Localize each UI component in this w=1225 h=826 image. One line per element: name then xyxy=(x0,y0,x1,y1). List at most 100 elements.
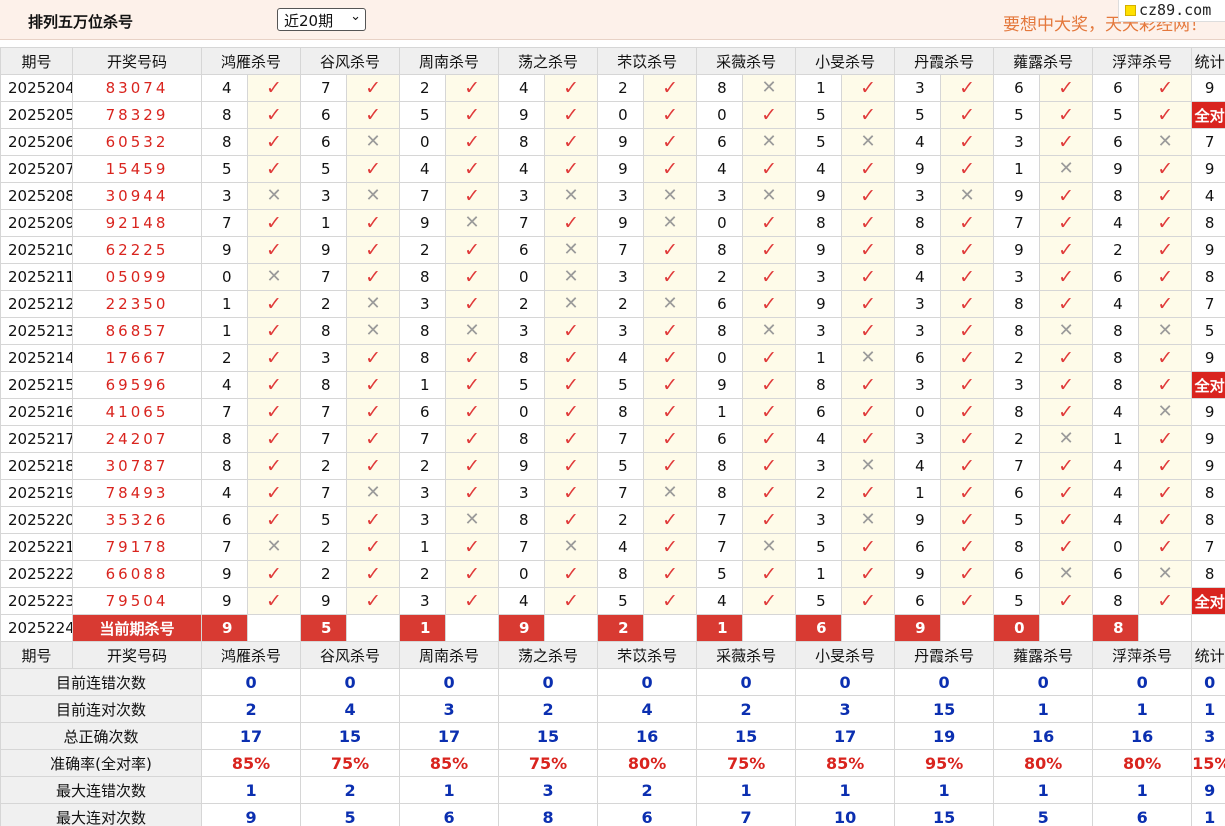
check-icon: ✓ xyxy=(544,587,599,615)
check-icon: ✓ xyxy=(643,452,698,480)
cross-icon: ✕ xyxy=(346,290,401,318)
stats-label: 总正确次数 xyxy=(0,722,202,750)
stats-value: 0 xyxy=(696,668,797,696)
stats-value: 1 xyxy=(993,695,1094,723)
col-header-expert[interactable]: 小旻杀号 xyxy=(795,47,896,75)
stats-value: 80% xyxy=(993,749,1094,777)
check-icon: ✓ xyxy=(841,263,896,291)
check-icon: ✓ xyxy=(643,533,698,561)
stats-row: 总正确次数 17 15 17 15 16 15 17 19 16 16 3 xyxy=(0,722,1225,750)
stats-value: 3 xyxy=(399,695,500,723)
kill-number-cell: 8 xyxy=(993,317,1041,345)
stats-value: 1 xyxy=(1092,695,1193,723)
kill-number-cell: 7 xyxy=(498,533,546,561)
col-header-expert[interactable]: 浮萍杀号 xyxy=(1092,641,1193,669)
draw-number-cell: 30787 xyxy=(72,452,202,480)
col-header-expert[interactable]: 丹霞杀号 xyxy=(894,641,995,669)
col-header-expert[interactable]: 蕹露杀号 xyxy=(993,47,1094,75)
kill-number-cell: 7 xyxy=(201,533,248,561)
kill-number-cell: 4 xyxy=(1092,398,1140,426)
kill-number-cell: 3 xyxy=(696,182,744,210)
current-kill-number: 5 xyxy=(300,614,348,642)
kill-number-cell: 0 xyxy=(498,560,546,588)
draw-number-cell: 83074 xyxy=(72,74,202,102)
check-icon: ✓ xyxy=(841,371,896,399)
col-header-expert[interactable]: 采薇杀号 xyxy=(696,641,797,669)
kill-number-cell: 1 xyxy=(201,317,248,345)
site-logo[interactable]: cz89.com xyxy=(1118,0,1225,22)
kill-number-cell: 5 xyxy=(795,587,843,615)
kill-number-cell: 4 xyxy=(1092,452,1140,480)
period-range-select[interactable]: 近20期 ⌄ xyxy=(277,8,366,31)
stat-cell: 7 xyxy=(1191,533,1225,561)
stats-value: 3 xyxy=(498,776,599,804)
col-header-expert[interactable]: 丹霞杀号 xyxy=(894,47,995,75)
kill-number-cell: 3 xyxy=(894,182,942,210)
col-header-expert[interactable]: 小旻杀号 xyxy=(795,641,896,669)
period-cell: 2025209 xyxy=(0,209,73,237)
col-header-expert[interactable]: 荡之杀号 xyxy=(498,47,599,75)
draw-number-cell: 22350 xyxy=(72,290,202,318)
col-header-expert[interactable]: 周南杀号 xyxy=(399,641,500,669)
check-icon: ✓ xyxy=(246,479,302,507)
kill-number-cell: 2 xyxy=(300,290,348,318)
col-header-expert[interactable]: 蕹露杀号 xyxy=(993,641,1094,669)
check-icon: ✓ xyxy=(346,398,401,426)
col-header-expert[interactable]: 荡之杀号 xyxy=(498,641,599,669)
check-icon: ✓ xyxy=(1138,533,1193,561)
cross-icon: ✕ xyxy=(643,290,698,318)
check-icon: ✓ xyxy=(940,425,995,453)
kill-number-cell: 4 xyxy=(399,155,447,183)
stat-cell: 9 xyxy=(1191,452,1225,480)
col-header-expert[interactable]: 鸿雁杀号 xyxy=(200,47,302,75)
check-icon: ✓ xyxy=(1039,344,1094,372)
check-icon: ✓ xyxy=(544,317,599,345)
col-header-expert[interactable]: 谷风杀号 xyxy=(300,47,401,75)
stat-cell: 9 xyxy=(1191,155,1225,183)
check-icon: ✓ xyxy=(445,587,500,615)
check-icon: ✓ xyxy=(1138,209,1193,237)
kill-number-cell: 4 xyxy=(696,155,744,183)
period-cell: 2025204 xyxy=(0,74,73,102)
check-icon: ✓ xyxy=(445,263,500,291)
kill-number-cell: 3 xyxy=(894,317,942,345)
check-icon: ✓ xyxy=(940,155,995,183)
cross-icon: ✕ xyxy=(841,506,896,534)
check-icon: ✓ xyxy=(841,533,896,561)
kill-number-cell: 6 xyxy=(993,560,1041,588)
stat-cell: 8 xyxy=(1191,209,1225,237)
check-icon: ✓ xyxy=(643,506,698,534)
check-icon: ✓ xyxy=(544,74,599,102)
kill-number-cell: 8 xyxy=(597,560,645,588)
kill-number-cell: 0 xyxy=(696,101,744,129)
kill-number-cell: 5 xyxy=(1092,101,1140,129)
stats-value: 95% xyxy=(894,749,995,777)
kill-number-cell: 8 xyxy=(696,74,744,102)
stats-value: 1 xyxy=(1191,803,1225,826)
stats-value: 6 xyxy=(1092,803,1193,826)
kill-number-cell: 0 xyxy=(399,128,447,156)
col-header-expert[interactable]: 鸿雁杀号 xyxy=(200,641,302,669)
current-kill-number: 0 xyxy=(993,614,1041,642)
stats-value: 17 xyxy=(200,722,302,750)
kill-number-cell: 4 xyxy=(597,344,645,372)
kill-number-cell: 2 xyxy=(993,425,1041,453)
stats-row: 目前连错次数 0 0 0 0 0 0 0 0 0 0 0 xyxy=(0,668,1225,696)
current-blank-cell xyxy=(346,614,401,642)
current-blank-cell xyxy=(643,614,698,642)
col-header-expert[interactable]: 谷风杀号 xyxy=(300,641,401,669)
col-header-expert[interactable]: 采薇杀号 xyxy=(696,47,797,75)
stats-value: 16 xyxy=(993,722,1094,750)
period-cell: 2025222 xyxy=(0,560,73,588)
col-header-expert[interactable]: 浮萍杀号 xyxy=(1092,47,1193,75)
kill-number-cell: 0 xyxy=(597,101,645,129)
kill-number-cell: 9 xyxy=(795,236,843,264)
table-row: 2025215 69596 4 ✓ 8 ✓ 1 ✓ 5 ✓ 5 ✓ 9 ✓ 8 ✓ 3 ✓ 3 ✓ 8 ✓ 全对 xyxy=(0,371,1225,399)
col-header-expert[interactable]: 芣苡杀号 xyxy=(597,47,698,75)
draw-number-cell: 05099 xyxy=(72,263,202,291)
stats-value: 2 xyxy=(597,776,698,804)
table-row: 2025205 78329 8 ✓ 6 ✓ 5 ✓ 9 ✓ 0 ✓ 0 ✓ 5 ✓ 5 ✓ 5 ✓ 5 ✓ 全对 xyxy=(0,101,1225,129)
stats-value: 2 xyxy=(498,695,599,723)
col-header-expert[interactable]: 芣苡杀号 xyxy=(597,641,698,669)
col-header-expert[interactable]: 周南杀号 xyxy=(399,47,500,75)
